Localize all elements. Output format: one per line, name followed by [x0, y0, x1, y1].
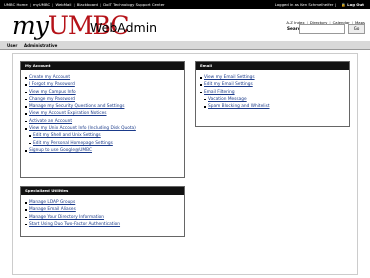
login-status-text: Logged in as Ken Schmelheifer [274, 2, 334, 7]
list-item: Manage Your Directory Information [21, 214, 184, 221]
separator: | [73, 2, 75, 7]
panel-email: Email View my Email Settings Edit my Ema… [195, 61, 350, 127]
link-blackboard[interactable]: Blackboard [77, 2, 98, 7]
list-item: View my Email Settings [196, 74, 349, 81]
logo-my: my [12, 11, 49, 40]
list-item: Edit my Personal Homepage Settings [21, 140, 184, 147]
list-item: I Forgot my Password [21, 81, 184, 88]
go-button[interactable]: Go [348, 24, 365, 34]
link-doit-support[interactable]: DoIT Technology Support Center [103, 2, 164, 7]
link-myumbc[interactable]: myUMBC [33, 2, 50, 7]
email-filtering-link[interactable]: Email Filtering [204, 90, 235, 95]
list-item: View my Unix Account Info (Including Dis… [21, 125, 184, 132]
unix-account-info-link[interactable]: View my Unix Account Info (Including Dis… [29, 126, 136, 131]
separator: | [333, 2, 338, 7]
utility-bar: UMBC Home | myUMBC | WebMail | Blackboard | DoIT… [0, 0, 370, 9]
vacation-message-link[interactable]: Vacation Message [208, 97, 247, 102]
search-input[interactable] [299, 24, 345, 34]
change-password-link[interactable]: Change my Password [29, 97, 75, 102]
tab-user[interactable]: User [7, 41, 17, 50]
link-umbc-home[interactable]: UMBC Home [4, 2, 28, 7]
list-item: Spam Blocking and Whitelist [196, 103, 349, 110]
activate-account-link[interactable]: Activate an Account [29, 119, 72, 124]
app-title: WebAdmin [90, 20, 158, 35]
link-webmail[interactable]: WebMail [55, 2, 71, 7]
panel-specialized-utilities: Specialized Utilities Manage LDAP Groups… [20, 186, 185, 237]
separator: | [29, 2, 31, 7]
login-status: Logged in as Ken Schmelheifer | 🔒 Log Ou… [275, 0, 364, 9]
utilities-links: Manage LDAP Groups Manage Email Aliases … [21, 195, 184, 228]
list-item: Manage LDAP Groups [21, 199, 184, 206]
duo-2fa-link[interactable]: Start Using Duo Two-Factor Authenticatio… [29, 222, 120, 227]
campus-info-link[interactable]: View my Campus Info [29, 90, 76, 95]
logout-link[interactable]: 🔒 Log Out [341, 2, 364, 7]
list-item: Signup to use Google@UMBC [21, 147, 184, 154]
google-signup-link[interactable]: Signup to use Google@UMBC [29, 148, 92, 153]
edit-email-settings-link[interactable]: Edit my Email Settings [204, 82, 253, 87]
utility-links: UMBC Home | myUMBC | WebMail | Blackboard | DoIT… [4, 0, 165, 9]
list-item: View my Campus Info [21, 89, 184, 96]
panel-my-account: My Account Create my Account I Forgot my… [20, 61, 185, 178]
shell-settings-link[interactable]: Edit my Shell and Unix Settings [33, 133, 101, 138]
view-email-settings-link[interactable]: View my Email Settings [204, 75, 255, 80]
security-questions-link[interactable]: Manage my Security Questions and Setting… [29, 104, 124, 109]
nav-bar: User Administrative [0, 41, 370, 50]
expiration-notices-link[interactable]: View my Account Expiration Notices [29, 111, 107, 116]
forgot-password-link[interactable]: I Forgot my Password [29, 82, 75, 87]
list-item: Edit my Shell and Unix Settings [21, 132, 184, 139]
separator: | [52, 2, 54, 7]
account-links: Create my Account I Forgot my Password V… [21, 70, 184, 154]
list-item: Email Filtering [196, 89, 349, 96]
separator: | [99, 2, 102, 7]
list-item: Manage my Security Questions and Setting… [21, 103, 184, 110]
list-item: Change my Password [21, 96, 184, 103]
tab-administrative[interactable]: Administrative [24, 41, 57, 50]
list-item: Vacation Message [196, 96, 349, 103]
panel-title: Specialized Utilities [21, 187, 184, 195]
list-item: View my Account Expiration Notices [21, 110, 184, 117]
list-item: Create my Account [21, 74, 184, 81]
email-links: View my Email Settings Edit my Email Set… [196, 70, 349, 110]
homepage-settings-link[interactable]: Edit my Personal Homepage Settings [33, 141, 113, 146]
ldap-groups-link[interactable]: Manage LDAP Groups [29, 200, 75, 205]
directory-info-link[interactable]: Manage Your Directory Information [29, 215, 104, 220]
list-item: Edit my Email Settings [196, 81, 349, 88]
logout-label: Log Out [347, 2, 364, 7]
header: myUMBC WebAdmin A-Z Index | Directory | Cale… [0, 9, 370, 41]
email-aliases-link[interactable]: Manage Email Aliases [29, 207, 76, 212]
list-item: Manage Email Aliases [21, 206, 184, 213]
create-account-link[interactable]: Create my Account [29, 75, 70, 80]
panel-title: My Account [21, 62, 184, 70]
list-item: Activate an Account [21, 118, 184, 125]
panel-title: Email [196, 62, 349, 70]
spam-blocking-link[interactable]: Spam Blocking and Whitelist [208, 104, 270, 109]
list-item: Start Using Duo Two-Factor Authenticatio… [21, 221, 184, 228]
